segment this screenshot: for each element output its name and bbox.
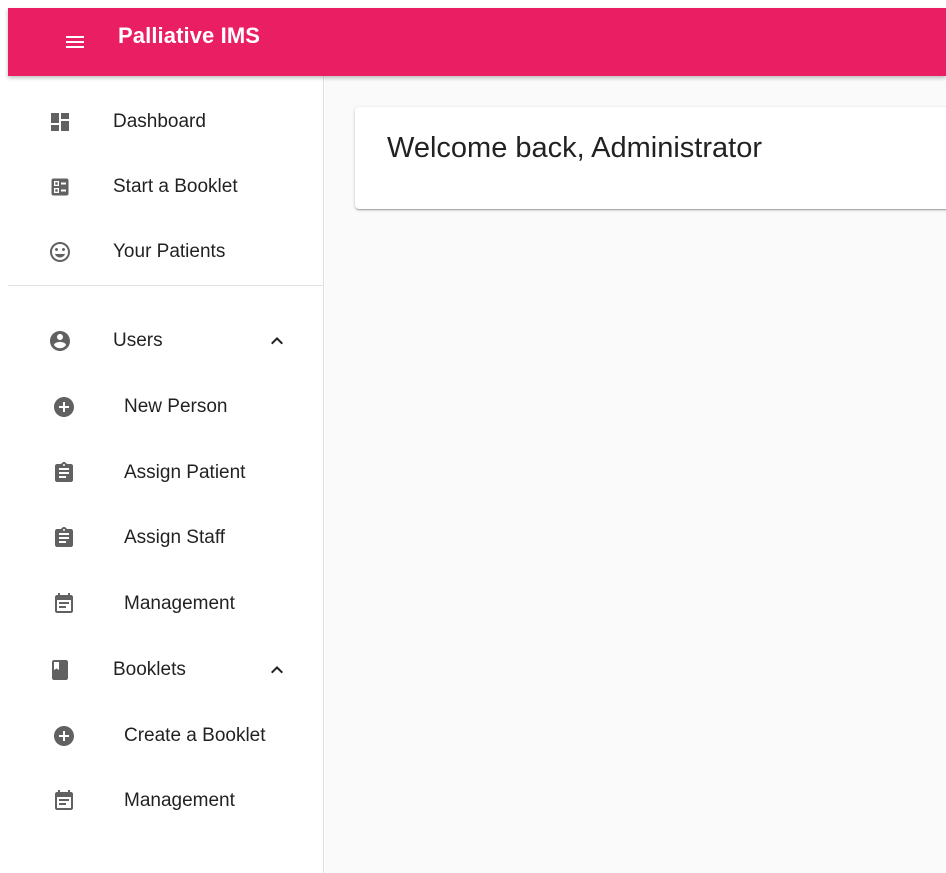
sidebar-item-assign-patient[interactable]: Assign Patient: [8, 445, 323, 501]
sidebar: Dashboard Start a Booklet Your Patients …: [8, 76, 324, 873]
sidebar-item-label: Dashboard: [113, 111, 206, 132]
sidebar-group-booklets[interactable]: Booklets: [8, 642, 323, 698]
sidebar-item-label: Start a Booklet: [113, 176, 238, 197]
sidebar-item-label: Create a Booklet: [124, 725, 266, 746]
menu-button[interactable]: [58, 25, 92, 59]
sidebar-divider: [8, 285, 323, 286]
sidebar-item-label: Management: [124, 790, 235, 811]
sidebar-item-label: Assign Staff: [124, 527, 226, 548]
event-note-icon: [52, 592, 76, 616]
welcome-card: Welcome back, Administrator: [355, 107, 946, 209]
sidebar-group-users[interactable]: Users: [8, 313, 323, 369]
smiley-face-icon: [48, 240, 72, 264]
sidebar-item-label: Management: [124, 593, 235, 614]
sidebar-item-label: New Person: [124, 396, 228, 417]
sidebar-group-label: Users: [113, 330, 163, 351]
sidebar-item-booklets-management[interactable]: Management: [8, 773, 323, 829]
sidebar-item-label: Assign Patient: [124, 462, 246, 483]
app-title: Palliative IMS: [118, 23, 261, 48]
sidebar-item-dashboard[interactable]: Dashboard: [8, 94, 323, 150]
app-bar: Palliative IMS: [8, 8, 946, 76]
sidebar-item-start-a-booklet[interactable]: Start a Booklet: [8, 159, 323, 215]
booklet-form-icon: [48, 175, 72, 199]
sidebar-item-users-management[interactable]: Management: [8, 576, 323, 632]
event-note-icon: [52, 789, 76, 813]
sidebar-item-assign-staff[interactable]: Assign Staff: [8, 510, 323, 566]
sidebar-item-create-a-booklet[interactable]: Create a Booklet: [8, 708, 323, 764]
add-circle-icon: [52, 395, 76, 419]
assignment-icon: [52, 526, 76, 550]
assignment-icon: [52, 461, 76, 485]
app-root: Palliative IMS Dashboard Start a Booklet…: [0, 0, 946, 873]
sidebar-item-label: Your Patients: [113, 241, 226, 262]
dashboard-icon: [48, 110, 72, 134]
add-circle-icon: [52, 724, 76, 748]
chevron-up-icon[interactable]: [265, 329, 289, 353]
book-icon: [48, 658, 72, 682]
welcome-title: Welcome back, Administrator: [387, 132, 762, 164]
sidebar-item-new-person[interactable]: New Person: [8, 379, 323, 435]
main-content: Welcome back, Administrator: [325, 76, 946, 873]
sidebar-group-label: Booklets: [113, 659, 186, 680]
chevron-up-icon[interactable]: [265, 658, 289, 682]
sidebar-item-your-patients[interactable]: Your Patients: [8, 224, 323, 280]
account-circle-icon: [48, 329, 72, 353]
menu-icon: [63, 30, 87, 54]
